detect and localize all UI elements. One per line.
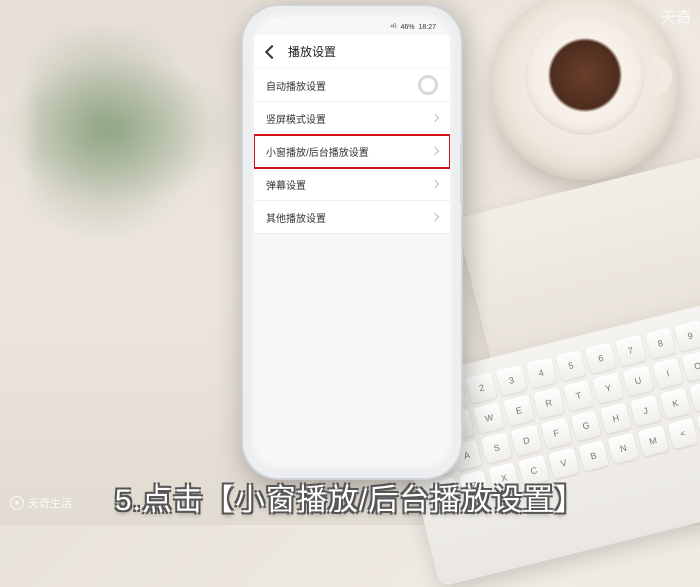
keyboard-key: S <box>481 432 512 463</box>
phone-frame: . ⁴ᴳ 46% 18:27 播放设置 自动播放设置竖屏模式设置小窗播放/后台播… <box>243 6 461 478</box>
keyboard-key: U <box>622 365 653 396</box>
keyboard-key: 9 <box>675 320 700 351</box>
keyboard-key: N <box>608 433 639 464</box>
keyboard-key: O <box>682 350 700 381</box>
keyboard-key: H <box>600 403 631 434</box>
settings-row-0[interactable]: 自动播放设置 <box>254 69 450 102</box>
status-network: ⁴ᴳ <box>390 24 396 31</box>
settings-row-3[interactable]: 弹幕设置 <box>254 168 450 201</box>
keyboard-key: 3 <box>496 365 527 396</box>
chevron-right-icon <box>431 114 439 122</box>
settings-row-4[interactable]: 其他播放设置 <box>254 201 450 234</box>
settings-row-label: 其他播放设置 <box>266 210 326 225</box>
status-bar: . ⁴ᴳ 46% 18:27 <box>254 17 450 35</box>
keyboard-key: G <box>570 410 601 441</box>
chevron-right-icon <box>431 180 439 188</box>
watermark-text: 天奇生活 <box>28 495 72 511</box>
keyboard-key: J <box>630 395 661 426</box>
keyboard-key: L <box>690 380 700 411</box>
keyboard-key: 8 <box>645 328 676 359</box>
coffee-cup-decor <box>525 15 645 135</box>
page-title: 播放设置 <box>288 43 336 60</box>
title-bar: 播放设置 <box>254 35 450 69</box>
keyboard-key: R <box>533 387 564 418</box>
keyboard-key: 6 <box>585 342 616 373</box>
instruction-caption: 5.点击【小窗播放/后台播放设置】 <box>0 475 700 519</box>
keyboard-key: 2 <box>466 372 497 403</box>
settings-row-label: 竖屏模式设置 <box>266 111 326 126</box>
settings-list: 自动播放设置竖屏模式设置小窗播放/后台播放设置弹幕设置其他播放设置 <box>254 69 450 234</box>
back-icon[interactable] <box>264 45 278 59</box>
keyboard-key: W <box>474 402 505 433</box>
keyboard-key: E <box>503 395 534 426</box>
status-time: 18:27 <box>418 24 436 31</box>
watermark-bottom: ✦ 天奇生活 <box>10 495 72 511</box>
settings-row-label: 自动播放设置 <box>266 78 326 93</box>
keyboard-key: I <box>652 358 683 389</box>
keyboard-key: Y <box>593 373 624 404</box>
keyboard-key: 7 <box>615 335 646 366</box>
settings-row-label: 弹幕设置 <box>266 177 306 192</box>
keyboard-key: B <box>578 440 609 471</box>
settings-row-1[interactable]: 竖屏模式设置 <box>254 102 450 135</box>
keyboard-key: K <box>660 388 691 419</box>
keyboard-key: 5 <box>555 350 586 381</box>
keyboard-key: T <box>563 380 594 411</box>
plant-decor <box>30 30 210 250</box>
settings-row-label: 小窗播放/后台播放设置 <box>266 144 369 159</box>
watermark-icon: ✦ <box>10 496 24 510</box>
keyboard-key: D <box>511 425 542 456</box>
keyboard-key: F <box>541 417 572 448</box>
keyboard-key: M <box>637 425 668 456</box>
chevron-right-icon <box>431 213 439 221</box>
chevron-right-icon <box>431 147 439 155</box>
keyboard-key: 4 <box>526 357 557 388</box>
status-battery: 46% <box>400 24 414 31</box>
loading-ring-icon <box>418 75 438 95</box>
settings-row-2[interactable]: 小窗播放/后台播放设置 <box>254 135 450 168</box>
watermark-top: 天奇 <box>660 4 692 28</box>
phone-screen: . ⁴ᴳ 46% 18:27 播放设置 自动播放设置竖屏模式设置小窗播放/后台播… <box>254 17 450 467</box>
keyboard-key: < <box>667 418 698 449</box>
